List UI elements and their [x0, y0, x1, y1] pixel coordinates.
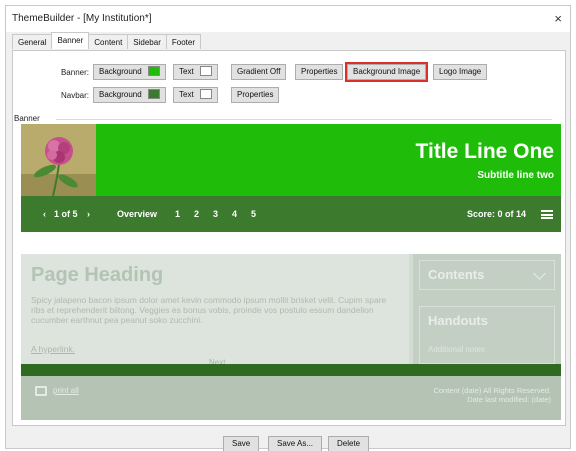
group-divider	[56, 119, 552, 120]
preview-banner: Title Line One Subtitle line two	[21, 124, 561, 196]
close-icon[interactable]: ×	[554, 11, 562, 26]
gradient-off-button[interactable]: Gradient Off	[231, 64, 287, 80]
print-all-link[interactable]: print all	[53, 386, 79, 395]
nav-counter: 1 of 5	[54, 209, 78, 219]
tab-content[interactable]: Content	[88, 34, 129, 49]
preview-sidebar: Contents Handouts Additional notes	[413, 254, 561, 364]
banner-text-swatch	[199, 66, 212, 76]
footer-copyright: Content (date) All Rights Reserved.	[433, 386, 551, 395]
banner-text-label: Text	[179, 67, 194, 76]
nav-page-4[interactable]: 4	[232, 209, 237, 219]
preview-navbar: ‹ 1 of 5 › Overview 1 2 3 4 5 Score: 0 o…	[21, 196, 561, 232]
banner-text-button[interactable]: Text	[173, 64, 218, 80]
preview-gap	[21, 232, 561, 254]
page-heading: Page Heading	[31, 264, 164, 286]
handouts-note: Additional notes	[428, 345, 485, 354]
banner-background-button[interactable]: Background	[93, 64, 166, 80]
window-title: ThemeBuilder - [My Institution*]	[12, 13, 152, 24]
tab-general[interactable]: General	[12, 34, 53, 49]
navbar-text-swatch	[199, 89, 212, 99]
flower-image	[21, 124, 96, 196]
clover-flower-image	[21, 124, 96, 196]
nav-page-2[interactable]: 2	[194, 209, 199, 219]
nav-page-3[interactable]: 3	[213, 209, 218, 219]
score-label: Score: 0 of 14	[467, 209, 527, 219]
preview-content-area: Page Heading Spicy jalapeno bacon ipsum …	[21, 254, 561, 420]
footer-modified: Date last modified: (date)	[467, 395, 551, 404]
handouts-panel: Handouts Additional notes	[419, 306, 555, 364]
delete-button[interactable]: Delete	[328, 436, 370, 451]
banner-row-label: Banner:	[60, 68, 89, 77]
banner-background-swatch	[147, 66, 160, 76]
navbar-background-swatch	[147, 89, 160, 99]
tab-footer[interactable]: Footer	[165, 34, 201, 49]
tab-sidebar[interactable]: Sidebar	[127, 34, 167, 49]
theme-preview: Title Line One Subtitle line two ‹ 1 of …	[21, 124, 561, 420]
save-button[interactable]: Save	[223, 436, 260, 451]
tab-banner[interactable]: Banner	[51, 32, 90, 49]
handouts-label: Handouts	[428, 313, 488, 328]
nav-page-1[interactable]: 1	[175, 209, 180, 219]
chevron-down-icon	[533, 267, 546, 280]
nav-overview-link[interactable]: Overview	[117, 209, 157, 219]
nav-prev-icon[interactable]: ‹	[43, 209, 46, 219]
navbar-row-label: Navbar:	[60, 91, 89, 100]
navbar-background-button[interactable]: Background	[93, 87, 166, 103]
title-bar: ThemeBuilder - [My Institution*] ×	[6, 6, 570, 32]
preview-footer: print all Content (date) All Rights Rese…	[21, 376, 561, 420]
navbar-background-label: Background	[99, 90, 142, 99]
preview-main-column: Page Heading Spicy jalapeno bacon ipsum …	[21, 254, 409, 367]
preview-divider-bar	[21, 364, 561, 376]
banner-background-label: Background	[99, 67, 142, 76]
menu-icon[interactable]	[541, 210, 553, 219]
contents-panel[interactable]: Contents	[419, 260, 555, 290]
background-image-button[interactable]: Background Image	[344, 62, 429, 82]
themebuilder-window: ThemeBuilder - [My Institution*] × Gener…	[5, 5, 571, 451]
preview-subtitle: Subtitle line two	[477, 170, 554, 181]
nav-page-5[interactable]: 5	[251, 209, 256, 219]
navbar-text-label: Text	[179, 90, 194, 99]
navbar-text-button[interactable]: Text	[173, 87, 218, 103]
navbar-properties-button[interactable]: Properties	[231, 87, 280, 103]
banner-group-label: Banner	[14, 114, 43, 123]
banner-properties-button[interactable]: Properties	[295, 64, 344, 80]
tab-strip: General Banner Content Sidebar Footer	[12, 32, 201, 50]
printer-icon[interactable]	[35, 386, 47, 396]
logo-image-button[interactable]: Logo Image	[433, 64, 488, 80]
nav-next-icon[interactable]: ›	[87, 209, 90, 219]
body-paragraph: Spicy jalapeno bacon ipsum dolor amet ke…	[31, 295, 387, 325]
sample-hyperlink[interactable]: A hyperlink.	[31, 344, 75, 354]
preview-title: Title Line One	[415, 140, 554, 163]
save-as-button[interactable]: Save As...	[268, 436, 323, 451]
contents-label: Contents	[428, 267, 485, 282]
